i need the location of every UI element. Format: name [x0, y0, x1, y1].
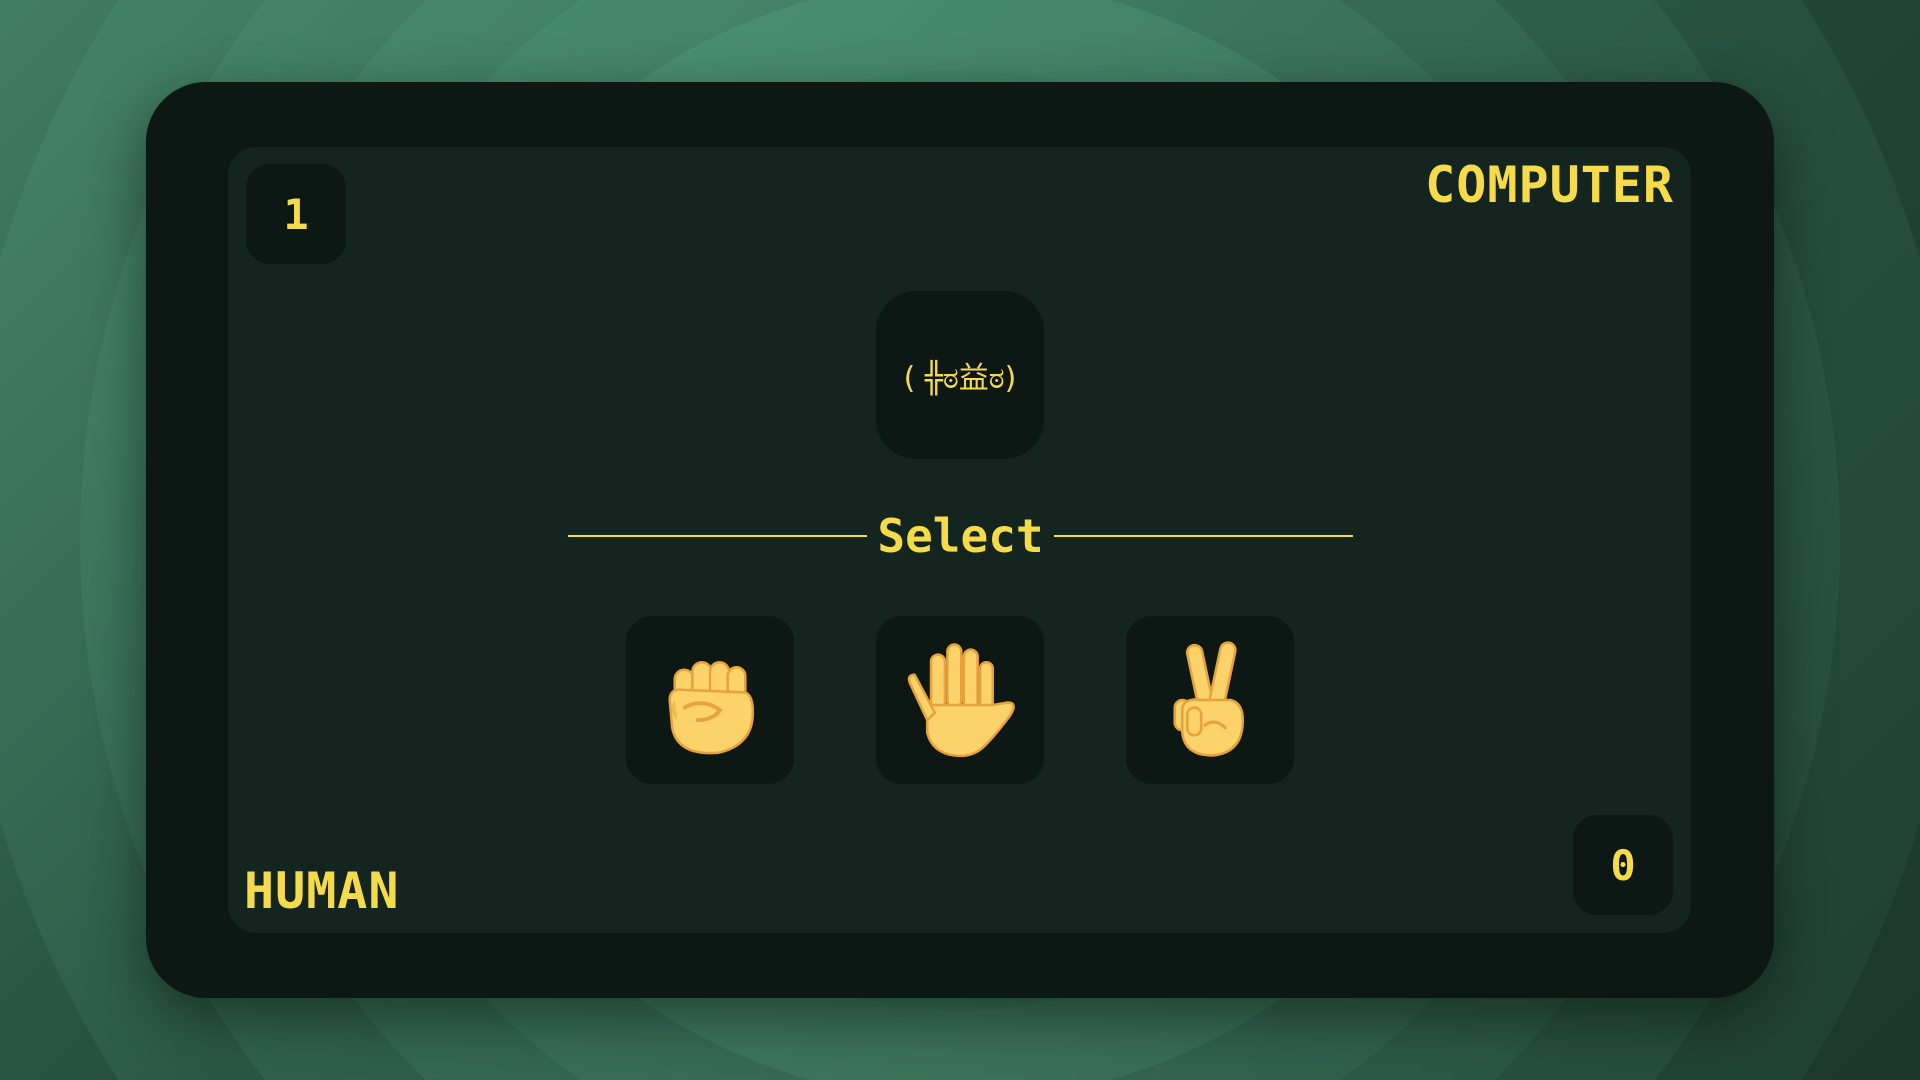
divider-line-left — [568, 535, 868, 537]
human-label: HUMAN — [244, 862, 400, 920]
select-prompt: Select — [877, 509, 1044, 563]
divider-line-right — [1053, 535, 1354, 537]
raised-fist-icon — [668, 660, 755, 755]
computer-score: 1 — [246, 164, 346, 264]
computer-face: ( ╬ಠ益ಠ) — [876, 291, 1044, 459]
paper-button[interactable] — [876, 616, 1044, 784]
computer-label: COMPUTER — [1425, 156, 1674, 214]
victory-hand-icon — [1173, 641, 1245, 757]
raised-hand-icon — [907, 643, 1015, 758]
human-score: 0 — [1573, 815, 1673, 915]
select-divider: Select — [568, 508, 1354, 564]
rock-button[interactable] — [626, 616, 794, 784]
scissors-button[interactable] — [1126, 616, 1294, 784]
